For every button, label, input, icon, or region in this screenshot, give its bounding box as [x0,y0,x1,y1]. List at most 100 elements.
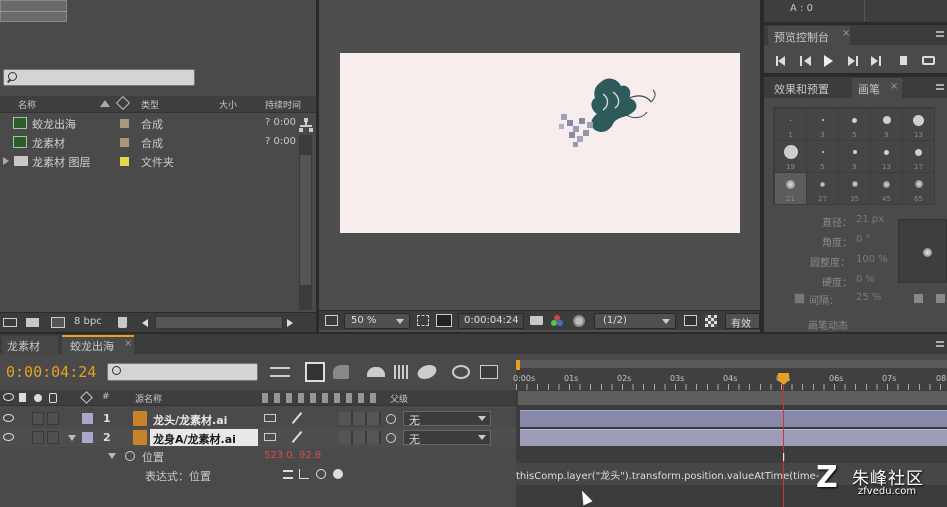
parent-spiral-icon[interactable] [386,433,396,443]
close-icon[interactable]: × [890,81,898,92]
scroll-left-icon[interactable] [142,319,148,327]
flowchart-icon[interactable] [299,118,313,132]
brush-tip[interactable]: 13 [903,109,934,140]
motion-blur-icon[interactable] [415,365,439,379]
brush-tip[interactable]: 27 [807,173,838,204]
camera-icon[interactable] [530,316,543,325]
col-type[interactable]: 类型 [141,98,159,111]
audio-icon[interactable] [900,56,907,65]
brush-tip[interactable]: 13 [871,141,902,172]
quality-switch-icon[interactable] [291,430,303,444]
close-icon[interactable]: × [842,28,850,39]
delete-brush-icon[interactable] [936,294,945,303]
layer-bar[interactable] [520,429,947,446]
position-property-row[interactable]: 位置 523.0, 92.8 [0,447,516,465]
col-duration[interactable]: 持续时间 [265,98,301,111]
quality-switch-icon[interactable] [291,411,303,425]
brush-tip[interactable]: 3 [807,109,838,140]
label-tag-icon[interactable] [115,95,131,111]
dragon-artwork[interactable] [555,74,659,150]
layer-row[interactable]: 1 龙头/龙素材.ai 无 [0,409,516,428]
tab-brush[interactable]: 画笔 × [852,78,902,98]
solo-switch[interactable] [32,431,44,444]
expand-triangle-icon[interactable] [68,435,76,441]
expression-pickwhip-icon[interactable] [316,469,326,479]
layer-name[interactable]: 龙头/龙素材.ai [153,412,227,428]
brush-tip[interactable]: 17 [903,141,934,172]
switch-box[interactable] [339,431,381,444]
tab-comp-dragon-material[interactable]: 龙素材 [2,336,58,354]
interpret-footage-icon[interactable] [3,318,17,327]
panel-menu-icon[interactable] [936,31,944,37]
collapse-switch-icon[interactable] [264,414,276,422]
loop-icon[interactable] [922,56,935,65]
next-frame-icon[interactable] [848,56,855,66]
close-icon[interactable]: × [124,338,132,349]
tab-preview[interactable]: 预览控制台 × [768,26,850,45]
project-scrollbar[interactable] [299,135,312,310]
active-camera-dropdown[interactable]: 有效 [725,313,760,330]
scroll-right-icon[interactable] [287,319,293,327]
col-size[interactable]: 大小 [219,98,237,111]
collapse-switch-icon[interactable] [264,433,276,441]
brush-tip[interactable]: 5 [807,141,838,172]
resolution-dropdown[interactable]: (1/2) [594,313,676,329]
solo-switch[interactable] [32,412,44,425]
project-item[interactable]: 龙素材 合成 ? 0:00 [0,133,316,152]
expression-language-menu-icon[interactable] [333,469,343,479]
layer-search-input[interactable] [107,363,258,381]
lock-icon[interactable] [49,393,57,403]
work-area-bar[interactable] [516,360,947,368]
color-wheel-icon[interactable] [573,315,585,327]
hardness-value[interactable]: 0 % [856,274,875,285]
current-time-display[interactable]: 0:00:04:24 [6,363,96,381]
save-brush-icon[interactable] [914,294,923,303]
frame-blending-icon[interactable] [394,365,410,379]
brush-tip-selected[interactable]: 21 [775,173,806,204]
fit-frame-icon[interactable] [417,315,429,326]
switch-box[interactable] [339,412,381,425]
brush-tip[interactable]: 9 [871,109,902,140]
lock-switch[interactable] [47,431,59,444]
col-source-name[interactable]: 源名称 [135,392,162,405]
eye-icon[interactable] [3,414,14,422]
col-name[interactable]: 名称 [18,98,36,111]
brainstorm-icon[interactable] [452,365,470,379]
label-tag-icon[interactable] [80,391,93,404]
spacing-value[interactable]: 25 % [856,292,881,303]
always-preview-icon[interactable] [325,315,338,326]
brush-tip[interactable]: 19 [775,141,806,172]
transparency-grid-icon[interactable] [705,315,717,327]
play-icon[interactable] [824,55,833,67]
trash-icon[interactable] [118,317,127,328]
brush-dynamics-label[interactable]: 画笔动态 [808,317,848,332]
brush-tip[interactable]: 5 [839,109,870,140]
eye-icon[interactable] [3,393,14,401]
channels-icon[interactable] [551,315,563,327]
brush-tip[interactable]: 35 [839,173,870,204]
panel-menu-icon[interactable] [936,84,944,90]
first-frame-icon[interactable] [778,56,785,66]
project-search-input[interactable] [3,69,195,86]
solo-icon[interactable] [34,394,42,402]
label-swatch[interactable] [82,432,93,443]
prev-frame-icon[interactable] [804,56,811,66]
roundness-value[interactable]: 100 % [856,254,888,265]
brush-tip[interactable]: 65 [903,173,934,204]
new-composition-icon[interactable] [51,317,65,328]
parent-dropdown[interactable]: 无 [403,411,491,427]
draft-3d-icon[interactable] [333,365,349,379]
parent-spiral-icon[interactable] [386,414,396,424]
spacing-checkbox[interactable] [794,293,805,304]
expression-enable-icon[interactable] [283,470,293,479]
hide-shy-layers-icon[interactable] [367,367,385,377]
tab-comp-dragon-sea[interactable]: 蛟龙出海 × [62,335,134,355]
brush-tip[interactable]: 9 [839,141,870,172]
bpc-label[interactable]: 8 bpc [74,316,102,327]
graph-editor-icon[interactable] [480,365,498,379]
live-update-icon[interactable] [305,362,325,382]
tab-effects-presets[interactable]: 效果和预置 [768,79,848,98]
composition-canvas[interactable] [340,53,740,233]
expand-triangle-icon[interactable] [3,157,9,165]
project-item[interactable]: 龙素材 图层 文件夹 [0,152,316,171]
